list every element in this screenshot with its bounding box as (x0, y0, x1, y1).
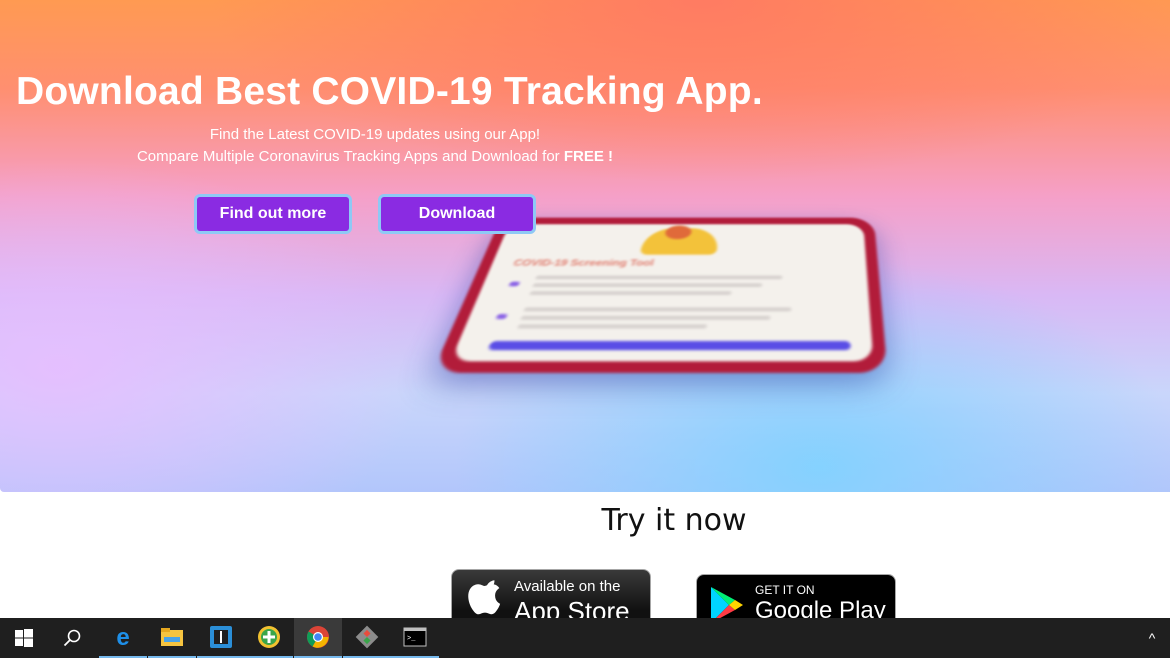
find-out-more-button[interactable]: Find out more (194, 194, 352, 234)
app-store-badge-small-text: Available on the (514, 578, 621, 595)
taskbar-file-explorer[interactable] (148, 618, 196, 658)
taskbar-terminal[interactable]: >_ (391, 618, 439, 658)
phone-text-line (523, 307, 792, 312)
start-button[interactable] (0, 618, 48, 658)
svg-text:e: e (116, 625, 129, 649)
download-button[interactable]: Download (378, 194, 536, 234)
google-play-badge-small-text: GET IT ON (755, 583, 815, 597)
taskbar-editor[interactable] (197, 618, 245, 658)
taskbar-git[interactable] (343, 618, 391, 658)
search-icon (63, 629, 81, 647)
phone-bullet (508, 281, 521, 287)
phone-text-line (520, 315, 771, 320)
hero-title: Download Best COVID-19 Tracking App. (16, 70, 763, 113)
start-icon (15, 629, 33, 647)
taskbar-search-button[interactable] (48, 618, 96, 658)
green-plus-app-icon (258, 626, 280, 648)
edge-icon: e (116, 625, 129, 649)
svg-text:>_: >_ (407, 635, 416, 643)
hero-banner: COVID-19 Screening Tool Download Best CO… (0, 0, 1170, 492)
phone-text-line (532, 283, 763, 288)
taskbar-edge[interactable]: e (99, 618, 147, 658)
phone-screen-heading: COVID-19 Screening Tool (511, 257, 655, 268)
editor-icon (210, 626, 232, 648)
tray-chevron-icon[interactable]: ^ (1144, 628, 1160, 648)
phone-text-line (517, 324, 708, 329)
file-explorer-icon (161, 628, 183, 646)
phone-bullet (495, 313, 508, 320)
phone-mockup-image: COVID-19 Screening Tool (431, 217, 888, 373)
chrome-icon (307, 626, 329, 648)
hero-subtitle-line1: Find the Latest COVID-19 updates using o… (209, 126, 541, 143)
terminal-icon: >_ (403, 627, 427, 647)
taskbar-green-app[interactable] (245, 618, 293, 658)
phone-text-line (529, 291, 732, 296)
phone-screen: COVID-19 Screening Tool (450, 224, 874, 362)
hero-subtitle-line2: Compare Multiple Coronavirus Tracking Ap… (0, 148, 750, 165)
phone-text-line (534, 275, 783, 280)
windows-taskbar: e >_ ^ (0, 618, 1170, 658)
taskbar-chrome[interactable] (294, 618, 342, 658)
apple-icon (468, 580, 501, 615)
git-icon (355, 625, 379, 649)
hero-subtitle-text: Compare Multiple Coronavirus Tracking Ap… (136, 148, 564, 165)
hero-subtitle-free: FREE ! (563, 148, 614, 165)
try-it-now-heading: Try it now (601, 503, 747, 538)
phone-screen-button (487, 341, 851, 351)
